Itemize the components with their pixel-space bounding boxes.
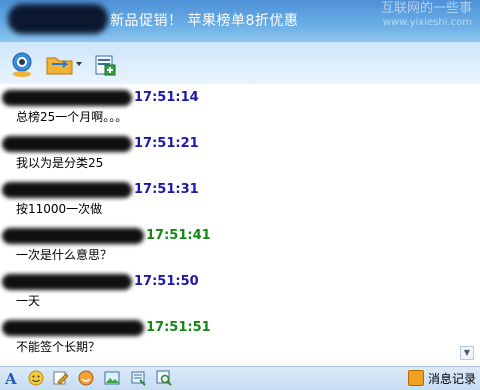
history-icon xyxy=(407,370,424,386)
message-text: 我以为是分类25 xyxy=(16,156,104,170)
message-time: 17:51:14 xyxy=(134,90,199,105)
toolbar xyxy=(0,42,480,84)
redacted-sender xyxy=(2,136,132,152)
message-time: 17:51:41 xyxy=(146,228,211,243)
emoji-icon[interactable] xyxy=(28,370,44,386)
redacted-sender xyxy=(2,182,132,198)
redacted-contact-name xyxy=(8,4,108,34)
image-icon[interactable] xyxy=(104,370,120,386)
edit-note-icon[interactable] xyxy=(52,370,69,386)
watermark: 互联网的一些事 www.yixieshi.com xyxy=(381,2,472,30)
input-toolbar: A 消息记录 xyxy=(0,366,480,390)
redacted-sender xyxy=(2,90,132,106)
file-transfer-icon[interactable] xyxy=(44,50,84,78)
message-time: 17:51:51 xyxy=(146,320,211,335)
message-history-button[interactable]: 消息记录 xyxy=(407,369,476,387)
message-time: 17:51:31 xyxy=(134,182,199,197)
title-bar: 新品促销！ 苹果榜单8折优惠 互联网的一些事 www.yixieshi.com xyxy=(0,0,480,42)
message-text: 一次是什么意思？ xyxy=(16,248,113,262)
scroll-down-button[interactable]: ▼ xyxy=(460,346,474,360)
message-text: 不能签个长期？ xyxy=(16,340,101,354)
message-time: 17:51:21 xyxy=(134,136,199,151)
watermark-url: www.yixieshi.com xyxy=(382,17,472,28)
redacted-sender xyxy=(2,274,132,290)
message-text: 一天 xyxy=(16,294,41,308)
font-icon[interactable]: A xyxy=(4,370,20,388)
screenshot-icon[interactable] xyxy=(130,370,146,386)
magic-emoji-icon[interactable] xyxy=(78,370,94,386)
watermark-text: 互联网的一些事 xyxy=(380,1,472,16)
add-app-icon[interactable] xyxy=(92,50,120,78)
video-call-icon[interactable] xyxy=(8,50,36,78)
message-history-label: 消息记录 xyxy=(427,371,476,386)
redacted-sender xyxy=(2,320,144,336)
window-title: 新品促销！ 苹果榜单8折优惠 xyxy=(110,13,299,29)
message-text: 按11000一次做 xyxy=(16,202,103,216)
message-text: 总榜25一个月啊。。。 xyxy=(16,110,128,124)
redacted-sender xyxy=(2,228,144,244)
chat-history[interactable]: 17:51:14 总榜25一个月啊。。。 17:51:21 我以为是分类25 1… xyxy=(0,84,480,366)
search-image-icon[interactable] xyxy=(156,370,172,386)
message-time: 17:51:50 xyxy=(134,274,199,289)
svg-text:A: A xyxy=(4,370,17,386)
